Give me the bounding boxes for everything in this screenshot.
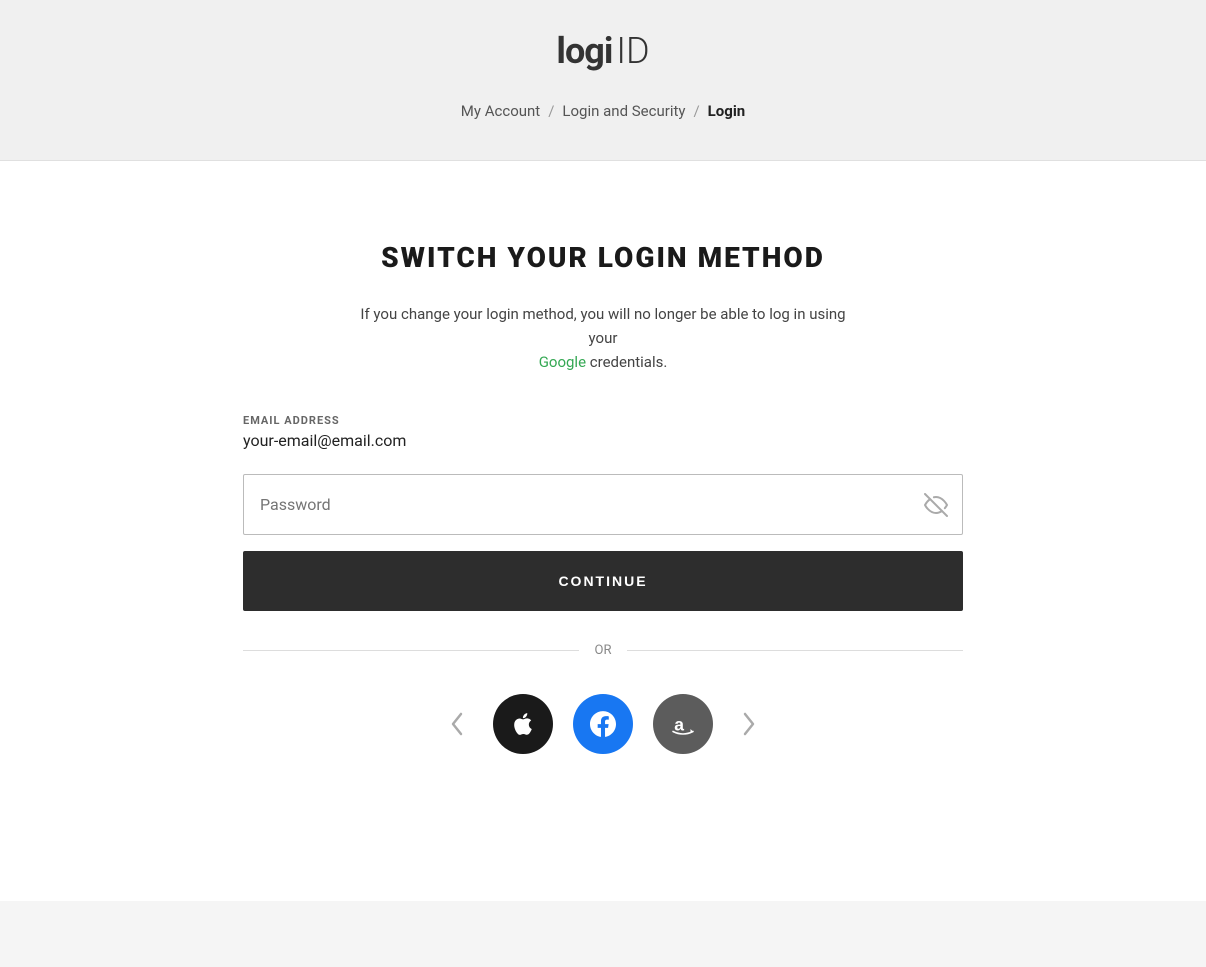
page-title: SWITCH YOUR LOGIN METHOD xyxy=(381,241,825,274)
breadcrumb-separator-2: / xyxy=(693,102,699,120)
amazon-login-button[interactable]: a xyxy=(653,694,713,754)
form-container: EMAIL ADDRESS your-email@email.com CONTI… xyxy=(243,414,963,754)
svg-text:a: a xyxy=(674,714,684,734)
breadcrumb-login-security[interactable]: Login and Security xyxy=(562,102,685,120)
password-input[interactable] xyxy=(244,475,962,534)
email-label: EMAIL ADDRESS xyxy=(243,414,963,427)
main-content: SWITCH YOUR LOGIN METHOD If you change y… xyxy=(0,161,1206,901)
amazon-icon: a xyxy=(668,709,698,739)
or-line-left xyxy=(243,650,579,651)
description-text-1: If you change your login method, you wil… xyxy=(360,305,845,347)
apple-icon xyxy=(510,711,536,737)
social-next-button[interactable] xyxy=(733,702,765,746)
facebook-icon xyxy=(590,711,616,737)
breadcrumb-my-account[interactable]: My Account xyxy=(461,102,540,120)
logo-logi-text: logi xyxy=(556,30,612,72)
page-header: logi ID My Account / Login and Security … xyxy=(0,0,1206,161)
email-display: your-email@email.com xyxy=(243,431,963,450)
toggle-password-button[interactable] xyxy=(924,493,948,517)
or-line-right xyxy=(627,650,963,651)
description: If you change your login method, you wil… xyxy=(353,302,853,374)
logo-id-text: ID xyxy=(616,30,649,72)
or-text: OR xyxy=(595,643,612,658)
breadcrumb-current: Login xyxy=(708,102,746,120)
logo: logi ID xyxy=(0,30,1206,72)
social-prev-button[interactable] xyxy=(441,702,473,746)
apple-login-button[interactable] xyxy=(493,694,553,754)
arrow-right-icon xyxy=(741,710,757,738)
social-login-row: a xyxy=(243,694,963,754)
breadcrumb: My Account / Login and Security / Login xyxy=(0,102,1206,120)
breadcrumb-separator-1: / xyxy=(548,102,554,120)
continue-button[interactable]: CONTINUE xyxy=(243,551,963,611)
arrow-left-icon xyxy=(449,710,465,738)
eye-hidden-icon xyxy=(924,493,948,517)
google-text: Google xyxy=(539,353,586,371)
password-field-wrapper xyxy=(243,474,963,535)
or-divider: OR xyxy=(243,643,963,658)
facebook-login-button[interactable] xyxy=(573,694,633,754)
description-credentials: credentials. xyxy=(590,353,668,371)
